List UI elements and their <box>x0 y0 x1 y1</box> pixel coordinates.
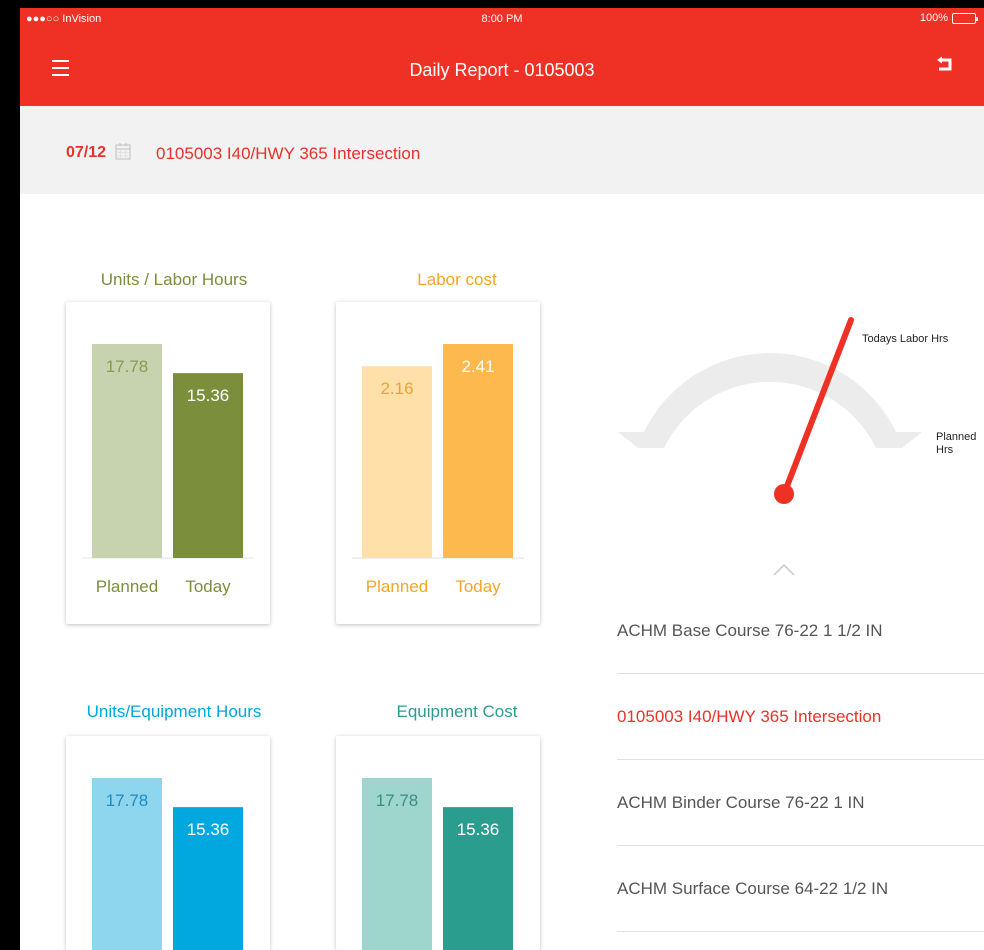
units-labor-hours-title: Units / Labor Hours <box>100 270 248 289</box>
list-item-label: ACHM Binder Course 76-22 1 IN <box>617 792 865 812</box>
list-item-selected[interactable]: 0105003 I40/HWY 365 Intersection <box>617 674 984 760</box>
labor-cost-svg: 2.16 Planned 2.41 Today <box>352 344 524 596</box>
report-date[interactable]: 07/12 <box>66 144 106 162</box>
planned-axis-label: Planned <box>366 577 428 596</box>
today-axis-label: Today <box>455 577 501 596</box>
equipment-cost-chart: 17.78 15.36 <box>336 736 540 950</box>
status-bar: ●●●○○ InVision 8:00 PM 100% <box>20 8 984 32</box>
today-bar[interactable] <box>443 344 513 558</box>
planned-value-label: 17.78 <box>376 791 419 810</box>
units-labor-hours-chart: 17.78 Planned 15.36 Today <box>66 302 270 624</box>
list-item-label: 0105003 I40/HWY 365 Intersection <box>617 706 882 726</box>
planned-value-label: 17.78 <box>106 357 149 376</box>
return-back-icon[interactable] <box>936 56 956 76</box>
units-equipment-hours-title: Units/Equipment Hours <box>86 702 262 721</box>
planned-hrs-label-line2: Hrs <box>936 444 954 456</box>
chevron-up-icon[interactable] <box>772 563 796 577</box>
equipment-cost-svg: 17.78 15.36 <box>362 778 513 950</box>
work-item-list: ACHM Base Course 76-22 1 1/2 IN 0105003 … <box>617 588 984 932</box>
today-axis-label: Today <box>185 577 231 596</box>
battery-percent: 100% <box>919 12 948 24</box>
list-item-label: ACHM Surface Course 64-22 1/2 IN <box>617 878 889 898</box>
gauge-arc <box>618 353 922 448</box>
today-value-label: 15.36 <box>187 386 230 405</box>
battery-icon <box>952 12 978 24</box>
calendar-icon[interactable] <box>115 142 131 160</box>
labor-cost-title: Labor cost <box>417 270 497 289</box>
project-subheader: 07/12 0105003 I40/HWY 365 Intersection <box>20 106 984 194</box>
todays-labor-hrs-label: Todays Labor Hrs <box>862 333 949 345</box>
today-value-label: 15.36 <box>187 820 230 839</box>
planned-bar[interactable] <box>92 344 162 558</box>
planned-hrs-label-line1: Planned <box>936 431 976 443</box>
planned-value-label: 2.16 <box>380 379 413 398</box>
planned-value-label: 17.78 <box>106 791 149 810</box>
top-nav-bar: Daily Report - 0105003 <box>20 32 984 106</box>
units-equipment-hours-svg: 17.78 15.36 <box>92 778 243 950</box>
list-item[interactable]: ACHM Binder Course 76-22 1 IN <box>617 760 984 846</box>
battery-indicator: 100% <box>919 12 978 24</box>
list-item-label: ACHM Base Course 76-22 1 1/2 IN <box>617 620 883 640</box>
gauge-needle <box>781 317 854 497</box>
units-equipment-hours-chart: 17.78 15.36 <box>66 736 270 950</box>
gauge-pivot <box>774 484 794 504</box>
equipment-cost-title: Equipment Cost <box>396 702 518 721</box>
list-item[interactable]: ACHM Surface Course 64-22 1/2 IN <box>617 846 984 932</box>
list-item[interactable]: ACHM Base Course 76-22 1 1/2 IN <box>617 588 984 674</box>
labor-hours-gauge: Todays Labor Hrs Planned Hrs <box>618 317 976 504</box>
page-title: Daily Report - 0105003 <box>409 60 595 80</box>
clock-label: 8:00 PM <box>481 13 523 25</box>
labor-cost-chart: 2.16 Planned 2.41 Today <box>336 302 540 624</box>
app-screen: ●●●○○ InVision 8:00 PM 100% Daily Report… <box>20 8 984 950</box>
planned-axis-label: Planned <box>96 577 158 596</box>
project-name: 0105003 I40/HWY 365 Intersection <box>156 144 421 163</box>
today-value-label: 2.41 <box>461 357 494 376</box>
units-labor-hours-svg: 17.78 Planned 15.36 Today <box>82 344 254 596</box>
today-value-label: 15.36 <box>457 820 500 839</box>
